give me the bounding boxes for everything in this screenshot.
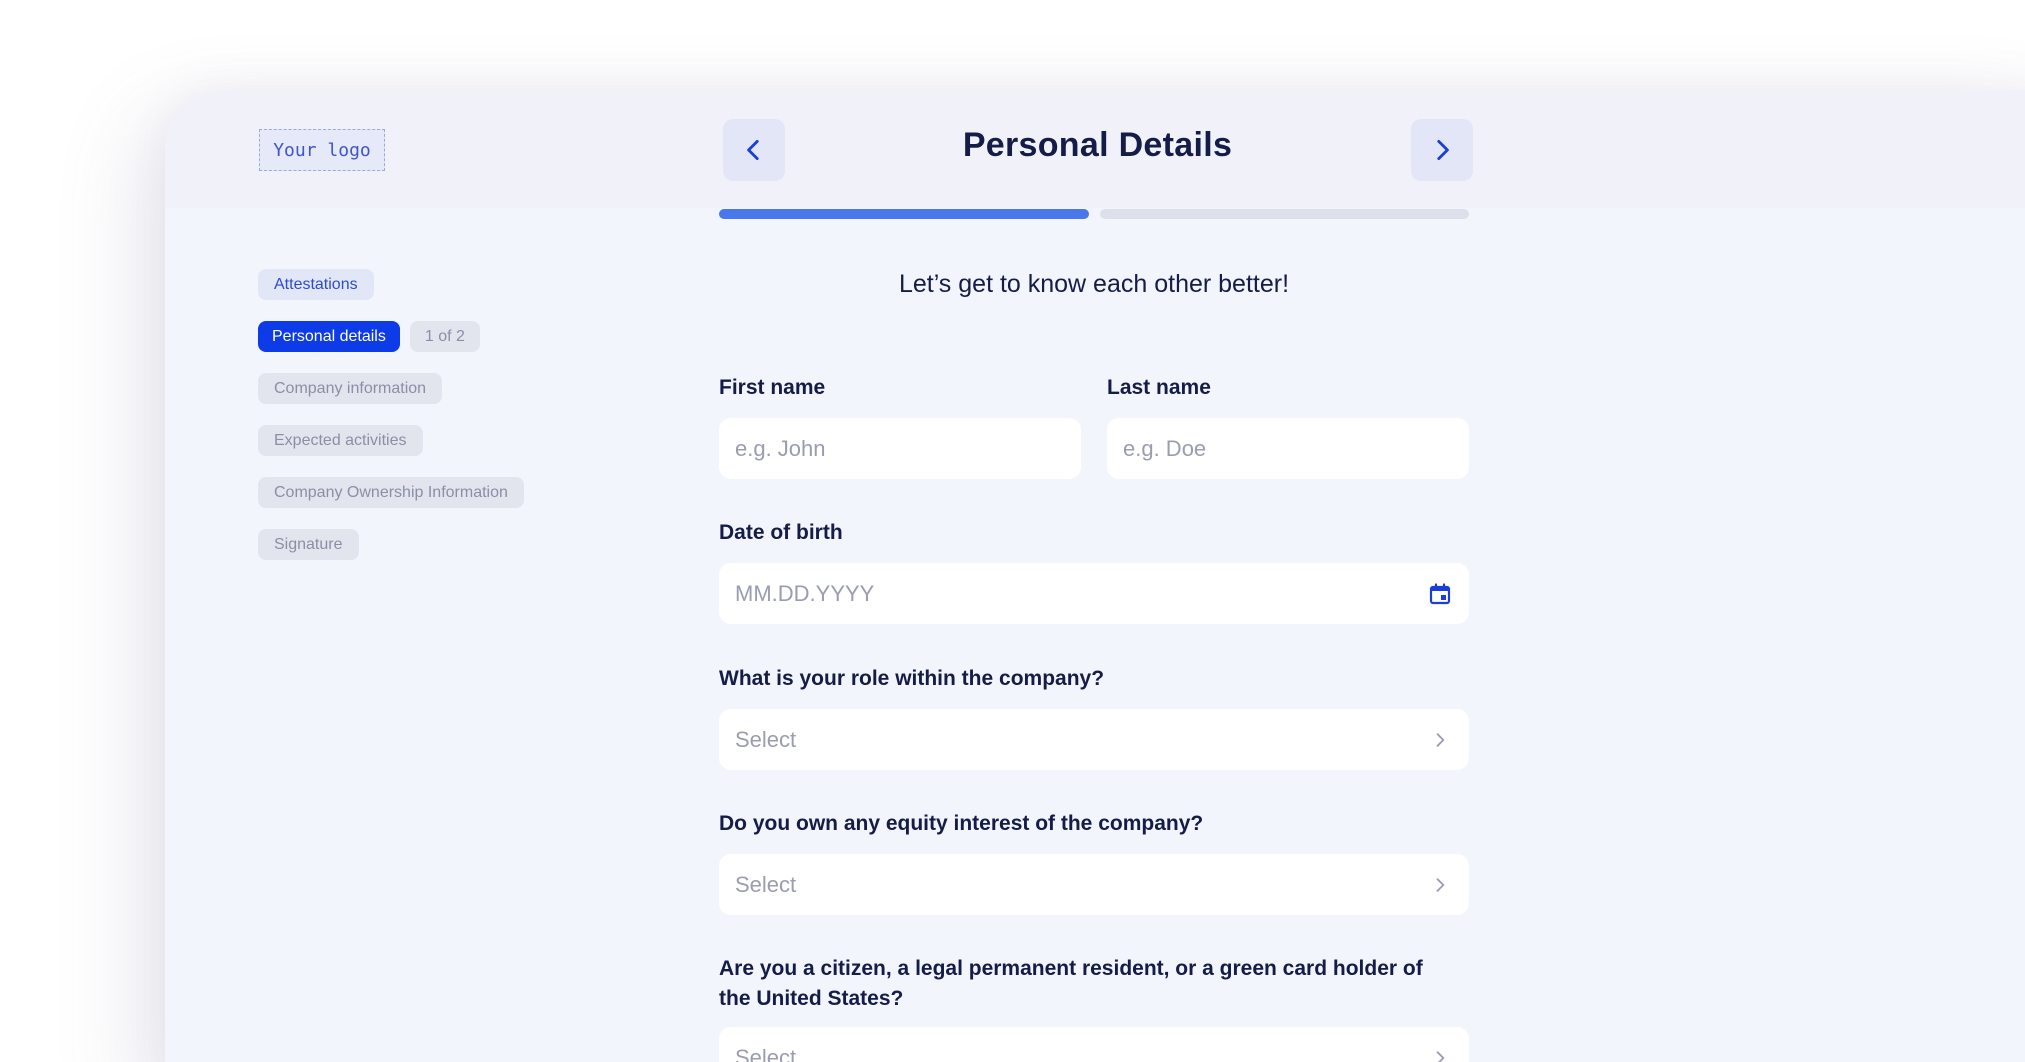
dob-input[interactable] (735, 580, 1428, 607)
progress-bar-remaining (1100, 209, 1469, 219)
citizenship-label: Are you a citizen, a legal permanent res… (719, 957, 1423, 1010)
chevron-right-icon (1427, 1045, 1453, 1062)
step-personal-details[interactable]: Personal details 1 of 2 (258, 321, 480, 352)
form-greeting: Let’s get to know each other better! (898, 270, 1290, 298)
step-label[interactable]: Company information (258, 373, 443, 404)
equity-select-value: Select (735, 871, 797, 897)
next-button[interactable] (1411, 119, 1473, 181)
step-label[interactable]: Company Ownership Information (258, 477, 524, 508)
chevron-right-icon (1437, 139, 1449, 161)
step-label[interactable]: Expected activities (258, 425, 423, 456)
step-attestations[interactable]: Attestations (258, 269, 374, 300)
chevron-right-icon (1427, 727, 1453, 753)
progress-bar-completed (719, 209, 1089, 219)
logo-placeholder: Your logo (259, 129, 385, 171)
first-name-input[interactable] (735, 435, 1065, 462)
step-company-information[interactable]: Company information (258, 373, 443, 404)
equity-select[interactable]: Select (719, 854, 1469, 915)
first-name-field[interactable] (719, 418, 1081, 479)
dob-field[interactable] (719, 563, 1469, 624)
step-company-ownership[interactable]: Company Ownership Information (258, 477, 524, 508)
role-select-value: Select (735, 726, 797, 752)
chevron-right-icon (1427, 872, 1453, 898)
logo-text: Your logo (273, 139, 371, 161)
chevron-left-icon (747, 139, 759, 161)
step-expected-activities[interactable]: Expected activities (258, 425, 423, 456)
step-label[interactable]: Attestations (258, 269, 374, 300)
last-name-input[interactable] (1123, 435, 1453, 462)
last-name-field[interactable] (1107, 418, 1469, 479)
step-counter-badge: 1 of 2 (409, 321, 480, 352)
role-select[interactable]: Select (719, 709, 1469, 770)
first-name-label: First name (719, 376, 826, 399)
dob-label: Date of birth (719, 521, 843, 544)
citizenship-select[interactable]: Select (719, 1027, 1469, 1062)
step-label[interactable]: Signature (258, 529, 359, 560)
equity-label: Do you own any equity interest of the co… (719, 812, 1204, 835)
last-name-label: Last name (1107, 376, 1211, 399)
back-button[interactable] (723, 119, 785, 181)
calendar-icon[interactable] (1428, 581, 1453, 607)
step-label[interactable]: Personal details (258, 321, 400, 352)
step-signature[interactable]: Signature (258, 529, 359, 560)
citizenship-select-value: Select (735, 1044, 797, 1062)
role-label: What is your role within the company? (719, 667, 1105, 690)
page-title: Personal Details (962, 126, 1233, 164)
